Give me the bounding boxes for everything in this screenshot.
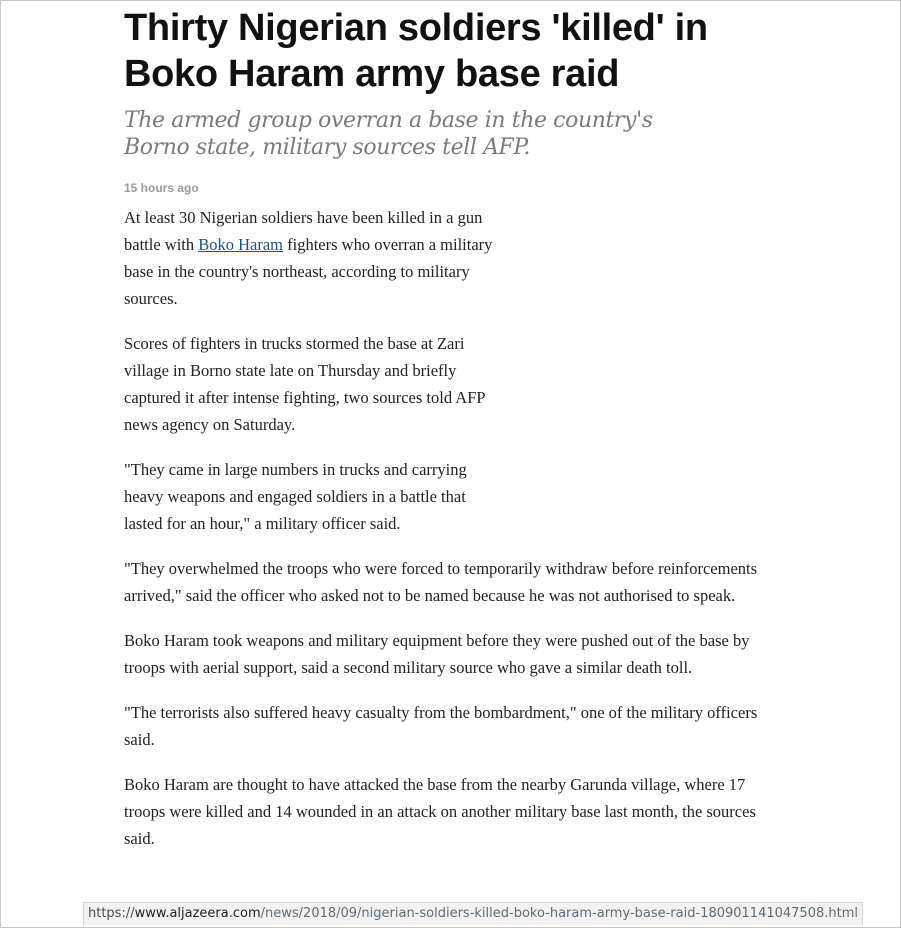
article-standfirst: The armed group overran a base in the co… [124, 108, 653, 160]
boko-haram-link[interactable]: Boko Haram [198, 235, 283, 254]
url-host: www.aljazeera.com [134, 906, 261, 921]
article: Thirty Nigerian soldiers 'killed' in Bok… [124, 5, 784, 870]
url-scheme: https:// [88, 906, 135, 921]
article-paragraph: At least 30 Nigerian soldiers have been … [124, 204, 496, 312]
article-headline: Thirty Nigerian soldiers 'killed' in Bok… [124, 7, 708, 95]
article-timestamp: 15 hours ago [124, 181, 199, 195]
article-paragraph: Boko Haram are thought to have attacked … [124, 775, 756, 848]
article-paragraph: Boko Haram took weapons and military equ… [124, 631, 750, 677]
url-path: /news/2018/09/nigerian-soldiers-killed-b… [260, 906, 858, 921]
article-body: At least 30 Nigerian soldiers have been … [124, 204, 784, 852]
link-preview-status-bar: https://www.aljazeera.com/news/2018/09/n… [83, 902, 863, 925]
article-paragraph: "They came in large numbers in trucks an… [124, 460, 467, 533]
article-paragraph: Scores of fighters in trucks stormed the… [124, 334, 485, 434]
article-paragraph: "They overwhelmed the troops who were fo… [124, 559, 758, 605]
article-paragraph: "The terrorists also suffered heavy casu… [124, 703, 758, 749]
